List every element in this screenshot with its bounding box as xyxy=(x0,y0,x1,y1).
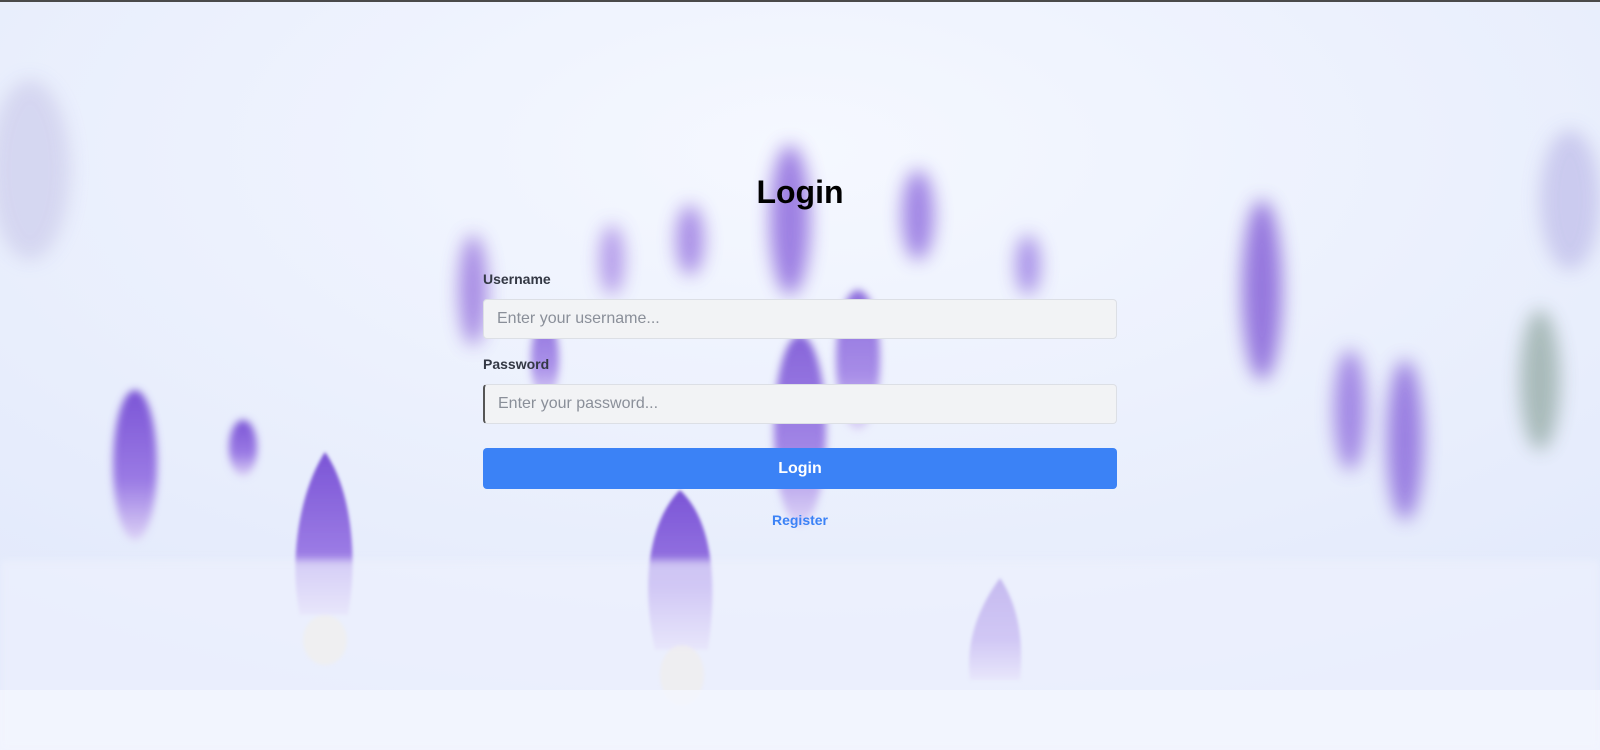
username-label: Username xyxy=(483,271,551,287)
username-input[interactable] xyxy=(483,299,1117,339)
background-image xyxy=(0,0,1600,750)
password-input[interactable] xyxy=(483,384,1117,424)
top-border xyxy=(0,0,1600,2)
login-page: Login Username Password Login Register xyxy=(0,0,1600,750)
password-label: Password xyxy=(483,356,550,372)
login-button[interactable]: Login xyxy=(483,448,1117,489)
register-link[interactable]: Register xyxy=(483,512,1117,528)
login-form: Login Username Password Login Register xyxy=(483,170,1117,528)
page-title: Login xyxy=(756,174,844,210)
